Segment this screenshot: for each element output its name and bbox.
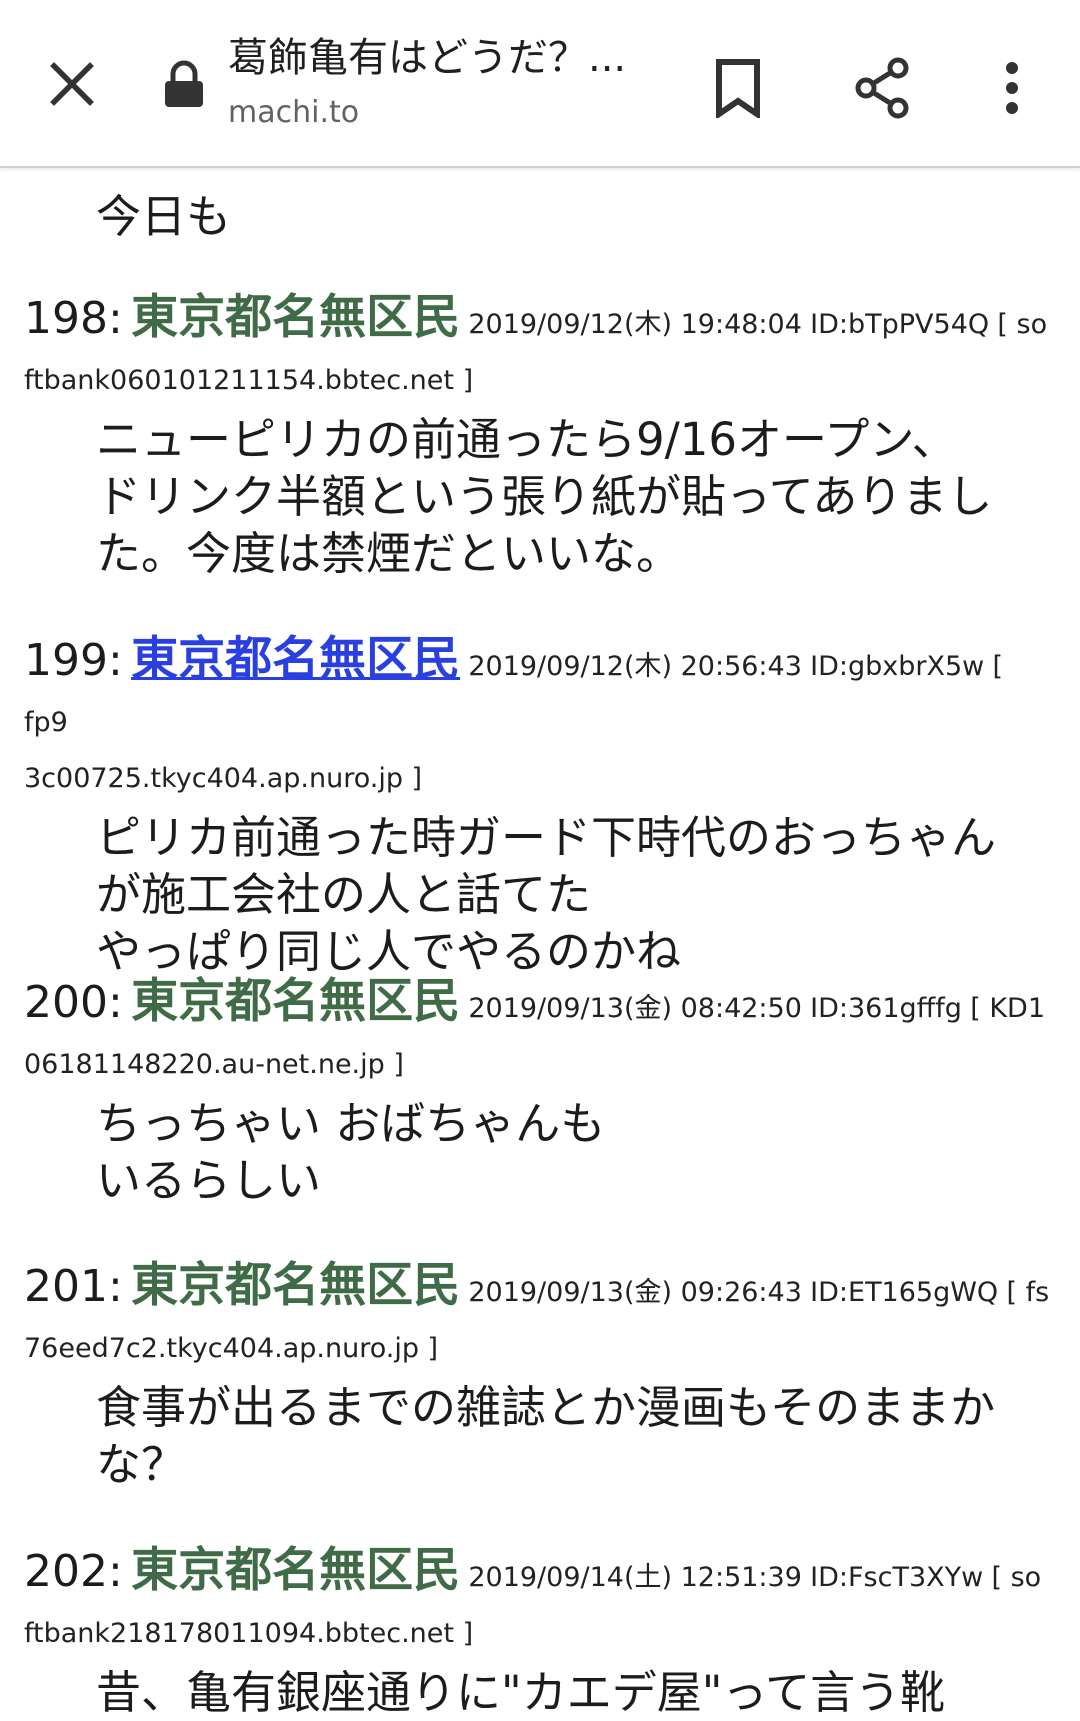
post-number[interactable]: 199: [24,635,123,686]
post-number[interactable]: 202: [24,1546,123,1597]
post-body: 昔、亀有銀座通りに"カエデ屋"って言う靴 [96,1666,946,1719]
post-datetime: 2019/09/12(木) 20:56:43 [468,651,802,682]
poster-name: 東京都名無区民 [131,290,461,345]
share-icon [855,57,909,119]
post-host: 3c00725.tkyc404.ap.nuro.jp ] [24,763,423,794]
post-199: 199: 東京都名無区民 2019/09/12(木) 20:56:43 ID:g… [0,632,1080,980]
post-datetime: 2019/09/14(土) 12:51:39 [468,1562,802,1593]
post-body: 食事が出るまでの雑誌とか漫画もそのままか な？ [96,1381,996,1491]
post-body: ニューピリカの前通ったら9/16オープン、 ドリンク半額という張り紙が貼ってあり… [96,413,993,580]
close-button[interactable] [40,52,104,116]
post-header: 202: 東京都名無区民 2019/09/14(土) 12:51:39 ID:F… [24,1543,1054,1662]
title-area[interactable]: 葛飾亀有はどうだ？... machi.to [228,30,628,134]
close-icon [50,62,94,106]
post-host-start: [ so [991,1562,1042,1593]
post-id[interactable]: ID:bTpPV54Q [810,309,989,340]
poster-name: 東京都名無区民 [131,974,461,1029]
post-host-start: [ fs [1006,1277,1050,1308]
bookmark-icon [716,59,760,118]
more-vert-icon [1006,62,1018,114]
post-number[interactable]: 198: [24,293,123,344]
post-datetime: 2019/09/12(木) 19:48:04 [468,309,802,340]
post-host-start: [ so [997,309,1048,340]
post-datetime: 2019/09/13(金) 08:42:50 [468,993,802,1024]
post-datetime: 2019/09/13(金) 09:26:43 [468,1277,802,1308]
bookmark-button[interactable] [700,50,776,126]
lock-icon [165,60,203,107]
post-id[interactable]: ID:361gfffg [810,993,962,1024]
post-header: 198: 東京都名無区民 2019/09/12(木) 19:48:04 ID:b… [24,290,1054,409]
page-title: 葛飾亀有はどうだ？... [228,35,627,81]
share-button[interactable] [842,48,922,128]
post-header: 201: 東京都名無区民 2019/09/13(金) 09:26:43 ID:E… [24,1258,1054,1377]
post-host-start: [ KD1 [970,993,1045,1024]
poster-name: 東京都名無区民 [131,1258,461,1313]
post-id[interactable]: ID:ET165gWQ [810,1277,998,1308]
more-options-button[interactable] [982,48,1042,128]
post-host: 06181148220.au-net.ne.jp ] [24,1049,404,1080]
poster-name-link[interactable]: 東京都名無区民 [131,632,460,687]
post-host: ftbank218178011094.bbtec.net ] [24,1618,474,1649]
poster-name: 東京都名無区民 [131,1543,461,1598]
post-body: ピリカ前通った時ガード下時代のおっちゃん が施工会社の人と話てた やっぱり同じ人… [96,811,997,978]
post-id[interactable]: ID:gbxbrX5w [810,651,984,682]
post-host: 76eed7c2.tkyc404.ap.nuro.jp ] [24,1333,439,1364]
post-number[interactable]: 201: [24,1261,123,1312]
post-202: 202: 東京都名無区民 2019/09/14(土) 12:51:39 ID:F… [0,1543,1080,1721]
post-number[interactable]: 200: [24,977,123,1028]
post-header: 200: 東京都名無区民 2019/09/13(金) 08:42:50 ID:3… [24,974,1054,1093]
post-header: 199: 東京都名無区民 2019/09/12(木) 20:56:43 ID:g… [24,632,1054,807]
post-body: ちっちゃい おばちゃんも いるらしい [96,1097,606,1207]
post-id[interactable]: ID:FscT3XYw [810,1562,983,1593]
post-body-fragment: 今日も [96,190,232,243]
custom-tab-toolbar: 葛飾亀有はどうだ？... machi.to [0,0,1080,168]
post-host: ftbank060101211154.bbtec.net ] [24,365,474,396]
page-domain: machi.to [228,95,360,130]
post-201: 201: 東京都名無区民 2019/09/13(金) 09:26:43 ID:E… [0,1258,1080,1493]
post-198: 198: 東京都名無区民 2019/09/12(木) 19:48:04 ID:b… [0,290,1080,582]
post-200: 200: 東京都名無区民 2019/09/13(金) 08:42:50 ID:3… [0,974,1080,1209]
